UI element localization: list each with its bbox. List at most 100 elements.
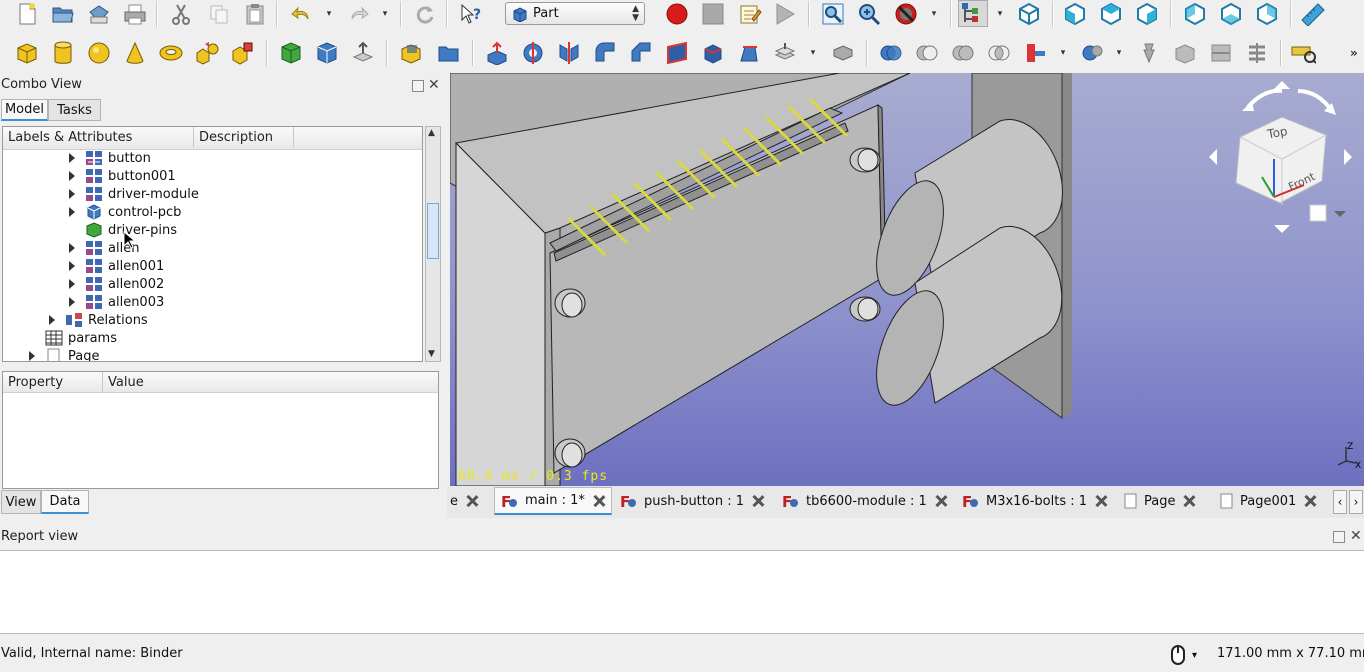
left-view-icon[interactable]: [1254, 1, 1280, 27]
expand-arrow-icon[interactable]: [67, 257, 77, 275]
tree-item-driver-module[interactable]: driver-module: [67, 185, 199, 203]
close-panel-icon[interactable]: ✕: [428, 78, 440, 92]
right-view-icon[interactable]: [1134, 1, 1160, 27]
shape-binder-icon[interactable]: [278, 40, 304, 66]
measure-linear-icon[interactable]: [1290, 40, 1316, 66]
record-macro-icon[interactable]: [664, 1, 690, 27]
common-icon[interactable]: [986, 40, 1012, 66]
measure-distance-icon[interactable]: [1300, 1, 1326, 27]
tab-scroll-left-icon[interactable]: ‹: [1333, 490, 1347, 514]
close-tab-icon[interactable]: [593, 495, 605, 507]
top-view-icon[interactable]: [1098, 1, 1124, 27]
extrude-icon[interactable]: [350, 40, 376, 66]
open-folder-icon[interactable]: [50, 1, 76, 27]
cube-icon[interactable]: [14, 40, 40, 66]
make-face-icon[interactable]: [664, 40, 690, 66]
tab-scroll-right-icon[interactable]: ›: [1349, 490, 1363, 514]
execute-macro-icon[interactable]: [772, 1, 798, 27]
workbench-selector[interactable]: Part ▲ ▼: [505, 2, 645, 25]
tab-model[interactable]: Model: [1, 99, 48, 121]
whats-this-icon[interactable]: ?: [458, 1, 484, 27]
scroll-down-icon[interactable]: ▼: [428, 349, 435, 359]
redo-dropdown-icon[interactable]: ▾: [380, 1, 390, 27]
report-view-output[interactable]: [0, 550, 1364, 634]
cross-sections-icon[interactable]: [1244, 40, 1270, 66]
refresh-icon[interactable]: [412, 1, 438, 27]
section-icon[interactable]: [1208, 40, 1234, 66]
boolean-icon[interactable]: [878, 40, 904, 66]
check-geometry-icon[interactable]: [1136, 40, 1162, 66]
fit-selection-icon[interactable]: [856, 1, 882, 27]
sphere-icon[interactable]: [86, 40, 112, 66]
print-icon[interactable]: [122, 1, 148, 27]
tree-item-button001[interactable]: button001: [67, 167, 176, 185]
doc-tab-main[interactable]: F main : 1*: [494, 487, 612, 515]
join-features-icon[interactable]: [1022, 40, 1048, 66]
tree-view-toggle[interactable]: [958, 0, 988, 27]
doc-tab-tb6600-module[interactable]: F tb6600-module : 1: [782, 487, 950, 515]
tree-item-relations[interactable]: Relations: [47, 311, 148, 329]
split-dropdown-icon[interactable]: ▾: [1114, 40, 1124, 66]
defeaturing-icon[interactable]: [1172, 40, 1198, 66]
fuse-icon[interactable]: [950, 40, 976, 66]
copy-icon[interactable]: [206, 1, 232, 27]
column-labels-attributes[interactable]: Labels & Attributes: [3, 127, 194, 147]
expand-arrow-icon[interactable]: [67, 203, 77, 221]
undo-dropdown-icon[interactable]: ▾: [324, 1, 334, 27]
cut-icon[interactable]: [168, 1, 194, 27]
loft-icon[interactable]: [736, 40, 762, 66]
navigation-style-selector[interactable]: ▾: [1170, 644, 1197, 666]
bottom-view-icon[interactable]: [1218, 1, 1244, 27]
tree-item-allen001[interactable]: allen001: [67, 257, 164, 275]
close-tab-icon[interactable]: [1304, 495, 1316, 507]
draw-style-dropdown-icon[interactable]: ▾: [929, 1, 939, 27]
join-dropdown-icon[interactable]: ▾: [1058, 40, 1068, 66]
tree-item-allen003[interactable]: allen003: [67, 293, 164, 311]
doc-tab-page[interactable]: Page: [1124, 487, 1210, 515]
close-tab-icon[interactable]: [466, 495, 478, 507]
tab-view[interactable]: View: [1, 490, 41, 514]
column-property[interactable]: Property: [3, 372, 103, 392]
save-icon[interactable]: [86, 1, 112, 27]
offset-icon[interactable]: [772, 40, 798, 66]
tree-scrollbar[interactable]: ▲ ▼: [425, 126, 441, 362]
revolve-icon[interactable]: [520, 40, 546, 66]
expand-arrow-icon[interactable]: [67, 149, 77, 167]
column-description[interactable]: Description: [194, 127, 294, 147]
cylinder-icon[interactable]: [50, 40, 76, 66]
close-panel-icon[interactable]: ✕: [1350, 529, 1362, 543]
chamfer-icon[interactable]: [628, 40, 654, 66]
doc-tab-partial[interactable]: e: [450, 487, 490, 515]
float-panel-icon[interactable]: [1333, 531, 1345, 543]
folder-group-icon[interactable]: [436, 40, 462, 66]
torus-icon[interactable]: [158, 40, 184, 66]
expand-arrow-icon[interactable]: [67, 185, 77, 203]
close-tab-icon[interactable]: [935, 495, 947, 507]
undo-icon[interactable]: [288, 1, 314, 27]
expand-arrow-icon[interactable]: [67, 239, 77, 257]
close-tab-icon[interactable]: [1095, 495, 1107, 507]
expand-arrow-icon[interactable]: [47, 311, 57, 329]
float-panel-icon[interactable]: [412, 80, 424, 92]
draw-style-icon[interactable]: [893, 1, 919, 27]
mirror-icon[interactable]: [556, 40, 582, 66]
fit-all-icon[interactable]: [820, 1, 846, 27]
tab-data[interactable]: Data: [41, 490, 89, 514]
fillet-icon[interactable]: [592, 40, 618, 66]
new-document-icon[interactable]: [14, 1, 40, 27]
3d-viewport[interactable]: Top Front 60.4 ms / 0.3 fps Z X: [450, 73, 1364, 486]
offset-dropdown-icon[interactable]: ▾: [808, 40, 818, 66]
tab-tasks[interactable]: Tasks: [48, 99, 101, 121]
body-icon[interactable]: [314, 40, 340, 66]
close-tab-icon[interactable]: [752, 495, 764, 507]
tree-item-params[interactable]: params: [27, 329, 117, 347]
tree-item-button[interactable]: button: [67, 149, 151, 167]
extrude-sketch-icon[interactable]: [484, 40, 510, 66]
doc-tab-m3x16-bolts[interactable]: F M3x16-bolts : 1: [962, 487, 1112, 515]
tree-item-page[interactable]: Page: [27, 347, 99, 361]
redo-icon[interactable]: [346, 1, 372, 27]
navigation-cube[interactable]: Top Front: [1206, 77, 1358, 237]
ruled-surface-icon[interactable]: [700, 40, 726, 66]
tree-view-dropdown-icon[interactable]: ▾: [995, 1, 1005, 27]
scrollbar-thumb[interactable]: [427, 203, 439, 259]
